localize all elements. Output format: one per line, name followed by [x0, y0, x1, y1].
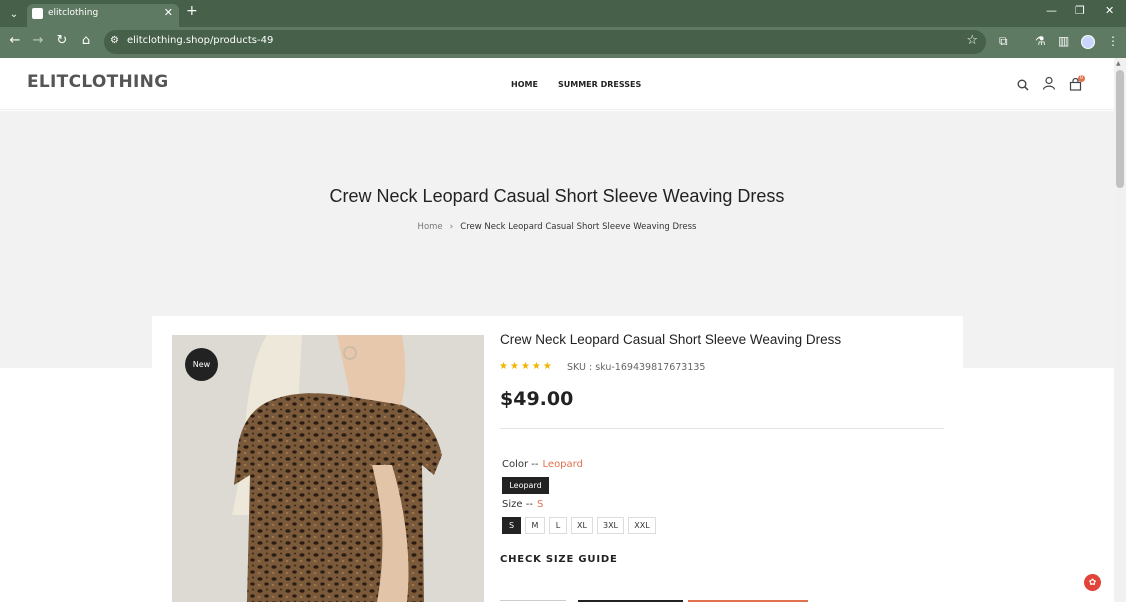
site-header: ELITCLOTHING HOME SUMMER DRESSES: [0, 58, 1114, 110]
forward-icon[interactable]: →: [30, 33, 46, 48]
search-icon[interactable]: [1017, 76, 1029, 95]
tab-close-icon[interactable]: ✕: [164, 6, 173, 19]
selected-color: Leopard: [542, 459, 583, 470]
browser-toolbar: ← → ↻ ⌂ ⚙ elitclothing.shop/products-49 …: [0, 27, 1126, 58]
breadcrumb: Home › Crew Neck Leopard Casual Short Slee…: [0, 222, 1114, 232]
menu-icon[interactable]: ⋮: [1107, 34, 1119, 48]
size-option-3xl[interactable]: 3XL: [597, 517, 624, 534]
favicon-icon: [32, 8, 43, 19]
rating-stars: ★★★★★: [499, 361, 554, 372]
labs-icon[interactable]: ⚗: [1035, 34, 1046, 48]
scrollbar-thumb[interactable]: [1116, 70, 1124, 188]
address-bar[interactable]: ⚙ elitclothing.shop/products-49 ☆: [104, 30, 986, 54]
page-title: Crew Neck Leopard Casual Short Sleeve We…: [329, 186, 785, 206]
browser-tab[interactable]: elitclothing ✕: [27, 4, 179, 27]
color-label: Color --: [502, 459, 539, 470]
star-icon: ★: [520, 361, 532, 372]
minimize-icon[interactable]: —: [1046, 4, 1057, 17]
back-icon[interactable]: ←: [7, 33, 23, 48]
breadcrumb-home[interactable]: Home: [418, 222, 443, 232]
divider: [500, 428, 944, 429]
star-icon: ★: [509, 361, 521, 372]
reload-icon[interactable]: ↻: [54, 33, 70, 48]
size-option-s[interactable]: S: [502, 517, 521, 534]
size-option-xxl[interactable]: XXL: [628, 517, 656, 534]
product-sku: SKU : sku-169439817673135: [567, 362, 706, 373]
star-icon: ★: [531, 361, 543, 372]
new-badge: New: [185, 348, 218, 381]
chat-widget-icon[interactable]: ✿: [1084, 574, 1101, 591]
product-title: Crew Neck Leopard Casual Short Sleeve We…: [500, 332, 842, 347]
star-icon: ★: [499, 361, 510, 372]
selected-size: S: [536, 499, 544, 510]
chevron-right-icon: ›: [449, 222, 454, 232]
size-option-label: Size -- S: [502, 499, 543, 510]
breadcrumb-current: Crew Neck Leopard Casual Short Sleeve We…: [460, 222, 697, 232]
size-label: Size --: [502, 499, 533, 510]
color-swatch-leopard[interactable]: Leopard: [502, 477, 549, 494]
bookmark-star-icon[interactable]: ☆: [966, 33, 978, 48]
profile-avatar[interactable]: [1081, 35, 1095, 49]
size-guide-link[interactable]: CHECK SIZE GUIDE: [500, 554, 618, 565]
window-close-icon[interactable]: ✕: [1105, 4, 1114, 17]
browser-tab-strip: ⌄ elitclothing ✕ + — ❐ ✕: [0, 0, 1126, 27]
size-option-xl[interactable]: XL: [571, 517, 593, 534]
size-option-l[interactable]: L: [549, 517, 567, 534]
tab-title: elitclothing: [48, 8, 99, 18]
star-icon: ★: [542, 361, 554, 372]
size-option-m[interactable]: M: [525, 517, 545, 534]
side-panel-icon[interactable]: ▥: [1058, 34, 1069, 48]
product-price: $49.00: [500, 388, 574, 410]
color-option-label: Color -- Leopard: [502, 459, 583, 470]
extensions-icon[interactable]: ⧉: [999, 34, 1008, 49]
account-icon[interactable]: [1042, 75, 1056, 94]
nav-summer-dresses[interactable]: SUMMER DRESSES: [558, 80, 641, 89]
site-info-icon[interactable]: ⚙: [110, 35, 119, 46]
url-text[interactable]: elitclothing.shop/products-49: [127, 35, 273, 46]
nav-home[interactable]: HOME: [511, 80, 538, 89]
tab-search-icon[interactable]: ⌄: [4, 4, 24, 24]
scroll-up-icon[interactable]: ▲: [1116, 60, 1121, 67]
product-image[interactable]: [172, 335, 484, 602]
home-icon[interactable]: ⌂: [78, 33, 94, 48]
site-logo[interactable]: ELITCLOTHING: [27, 72, 168, 92]
new-tab-icon[interactable]: +: [186, 3, 198, 19]
cart-count-badge: 0: [1078, 75, 1085, 82]
restore-icon[interactable]: ❐: [1075, 4, 1085, 17]
